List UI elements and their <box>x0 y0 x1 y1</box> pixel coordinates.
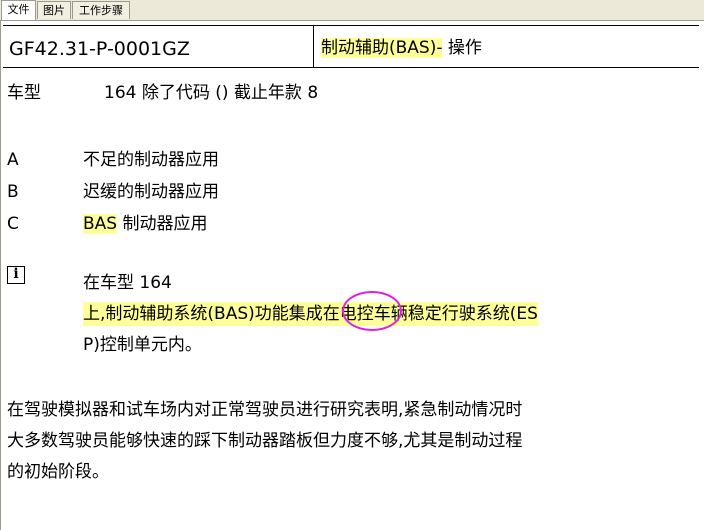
paragraph-line-1: 在驾驶模拟器和试车场内对正常驾驶员进行研究表明,紧急制动情况时 <box>7 400 523 420</box>
tab-bar: 文件 图片 工作步骤 <box>0 0 704 21</box>
document-header: GF42.31-P-0001GZ 制动辅助(BAS)- 操作 <box>3 25 699 68</box>
model-label: 车型 <box>7 83 41 103</box>
info-icon: i <box>7 266 25 284</box>
document-code: GF42.31-P-0001GZ <box>9 38 190 60</box>
note-line-1: 在车型 164 <box>83 273 172 293</box>
note-line-3: P)控制单元内。 <box>83 335 202 355</box>
bas-highlight: BAS <box>83 214 118 234</box>
header-divider <box>313 26 314 67</box>
tab-document[interactable]: 文件 <box>1 0 36 20</box>
tab-images[interactable]: 图片 <box>37 1 71 19</box>
title-highlight: 制动辅助(BAS)- <box>321 38 443 58</box>
paragraph-line-2: 大多数驾驶员能够快速的踩下制动器踏板但力度不够,尤其是制动过程 <box>7 431 523 451</box>
list-item-text-rest: 制动器应用 <box>117 214 208 234</box>
note-line-2-post: 在电控车辆稳定行驶系统(ES <box>322 304 538 324</box>
note-line-2-pre: 上,制动辅助系统(BAS)功能 <box>83 304 289 324</box>
title-rest: 操作 <box>442 38 482 58</box>
list-item-text: 迟缓的制动器应用 <box>83 182 219 202</box>
document-content: GF42.31-P-0001GZ 制动辅助(BAS)- 操作 车型 164 除了… <box>0 21 704 530</box>
model-value: 164 除了代码 () 截止年款 8 <box>104 83 319 103</box>
document-title: 制动辅助(BAS)- 操作 <box>321 36 482 60</box>
list-item-letter: B <box>7 182 19 202</box>
list-item-letter: A <box>7 150 19 170</box>
list-item-letter: C <box>7 214 19 234</box>
list-item-text: BAS 制动器应用 <box>83 212 208 236</box>
paragraph-line-3: 的初始阶段。 <box>7 462 109 482</box>
tab-work-steps[interactable]: 工作步骤 <box>72 1 130 19</box>
list-item-text: 不足的制动器应用 <box>83 150 219 170</box>
note-line-2: 上,制动辅助系统(BAS)功能集成在电控车辆稳定行驶系统(ES <box>83 302 538 326</box>
note-marked-text: 集成 <box>288 304 323 324</box>
